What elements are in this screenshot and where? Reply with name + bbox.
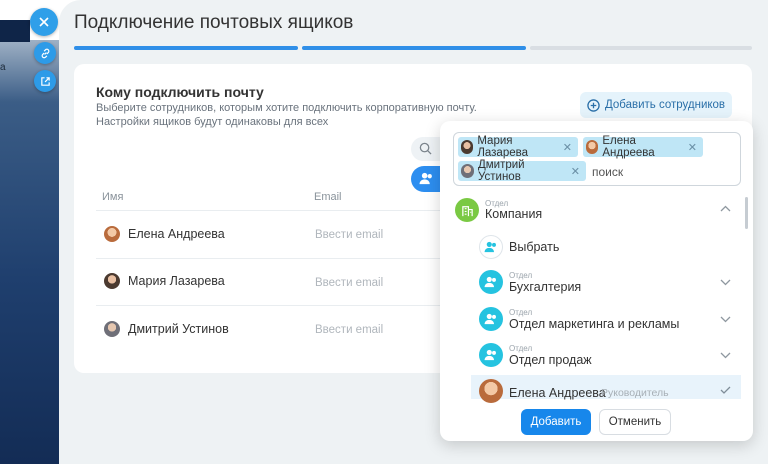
avatar (586, 140, 599, 154)
company-name[interactable]: Компания (485, 207, 542, 221)
plus-circle-icon (587, 98, 600, 112)
table-row: Мария Лазарева (104, 273, 225, 289)
chip-label: Дмитрий Устинов (477, 159, 525, 183)
employee-name: Дмитрий Устинов (128, 322, 229, 336)
employee-option-role: Руководитель (601, 387, 669, 399)
copy-link-button[interactable] (34, 42, 56, 64)
department-name[interactable]: Бухгалтерия (509, 280, 581, 294)
chip-label: Елена Андреева (602, 135, 655, 159)
avatar (461, 140, 474, 154)
users-icon (419, 172, 432, 185)
progress-step-2 (302, 46, 526, 50)
add-button[interactable]: Добавить (521, 409, 591, 435)
department-icon (479, 270, 503, 294)
link-icon (41, 48, 49, 58)
employee-name: Елена Андреева (128, 227, 225, 241)
department-type-label: Отдел (509, 344, 533, 353)
progress-step-1 (74, 46, 298, 50)
table-row: Дмитрий Устинов (104, 321, 229, 337)
dialog-search-input[interactable]: поиск (592, 165, 623, 179)
remove-chip-icon[interactable]: ✕ (571, 165, 580, 178)
page-title: Подключение почтовых ящиков (74, 12, 354, 33)
remove-chip-icon[interactable]: ✕ (688, 141, 697, 154)
email-field[interactable]: Ввести email (315, 324, 383, 336)
employee-name: Мария Лазарева (128, 274, 225, 288)
avatar (104, 321, 120, 337)
section-subtitle-line-1: Выберите сотрудников, которым хотите под… (96, 102, 477, 114)
chevron-down-icon[interactable] (720, 278, 731, 289)
avatar (461, 164, 474, 178)
close-icon (39, 17, 49, 27)
table-search-button[interactable] (411, 137, 441, 161)
sidebar-text-fragment: а (0, 62, 6, 73)
add-employees-button[interactable]: Добавить сотрудников (580, 92, 732, 118)
column-header-email: Email (314, 191, 342, 203)
table-row: Елена Андреева (104, 226, 225, 242)
open-new-window-button[interactable] (34, 70, 56, 92)
avatar (479, 379, 503, 403)
department-type-label: Отдел (509, 308, 533, 317)
select-all-option[interactable]: Выбрать (509, 240, 559, 254)
search-icon (419, 142, 432, 155)
selected-chip[interactable]: Елена Андреева ✕ (583, 135, 703, 159)
avatar (104, 226, 120, 242)
department-icon (479, 307, 503, 331)
external-link-icon (40, 76, 50, 86)
add-employees-label: Добавить сотрудников (604, 99, 726, 111)
table-divider (96, 258, 441, 259)
department-name[interactable]: Отдел маркетинга и рекламы (509, 317, 679, 331)
company-icon (455, 198, 479, 222)
sidebar-dark-block (0, 20, 30, 42)
selected-chip[interactable]: Дмитрий Устинов ✕ (458, 159, 586, 183)
email-field[interactable]: Ввести email (315, 229, 383, 241)
close-button[interactable] (30, 8, 58, 36)
chevron-down-icon[interactable] (720, 351, 731, 362)
group-select-button[interactable] (411, 166, 443, 192)
remove-chip-icon[interactable]: ✕ (563, 141, 572, 154)
department-type-label: Отдел (509, 271, 533, 280)
employee-option-name: Елена Андреева (509, 386, 606, 400)
department-name[interactable]: Отдел продаж (509, 353, 592, 367)
table-divider (96, 305, 441, 306)
department-icon (479, 343, 503, 367)
table-divider (96, 210, 441, 211)
progress-step-3 (530, 46, 752, 50)
select-users-icon (479, 235, 503, 259)
avatar (104, 273, 120, 289)
email-field[interactable]: Ввести email (315, 277, 383, 289)
section-title: Кому подключить почту (96, 84, 264, 100)
checkmark-icon (720, 386, 731, 397)
chevron-down-icon[interactable] (720, 315, 731, 326)
selected-chip[interactable]: Мария Лазарева ✕ (458, 135, 578, 159)
chevron-up-icon[interactable] (720, 204, 731, 215)
chip-label: Мария Лазарева (477, 135, 528, 159)
column-header-name: Имя (102, 191, 124, 203)
cancel-button[interactable]: Отменить (599, 409, 671, 435)
dialog-scrollbar[interactable] (745, 197, 748, 229)
